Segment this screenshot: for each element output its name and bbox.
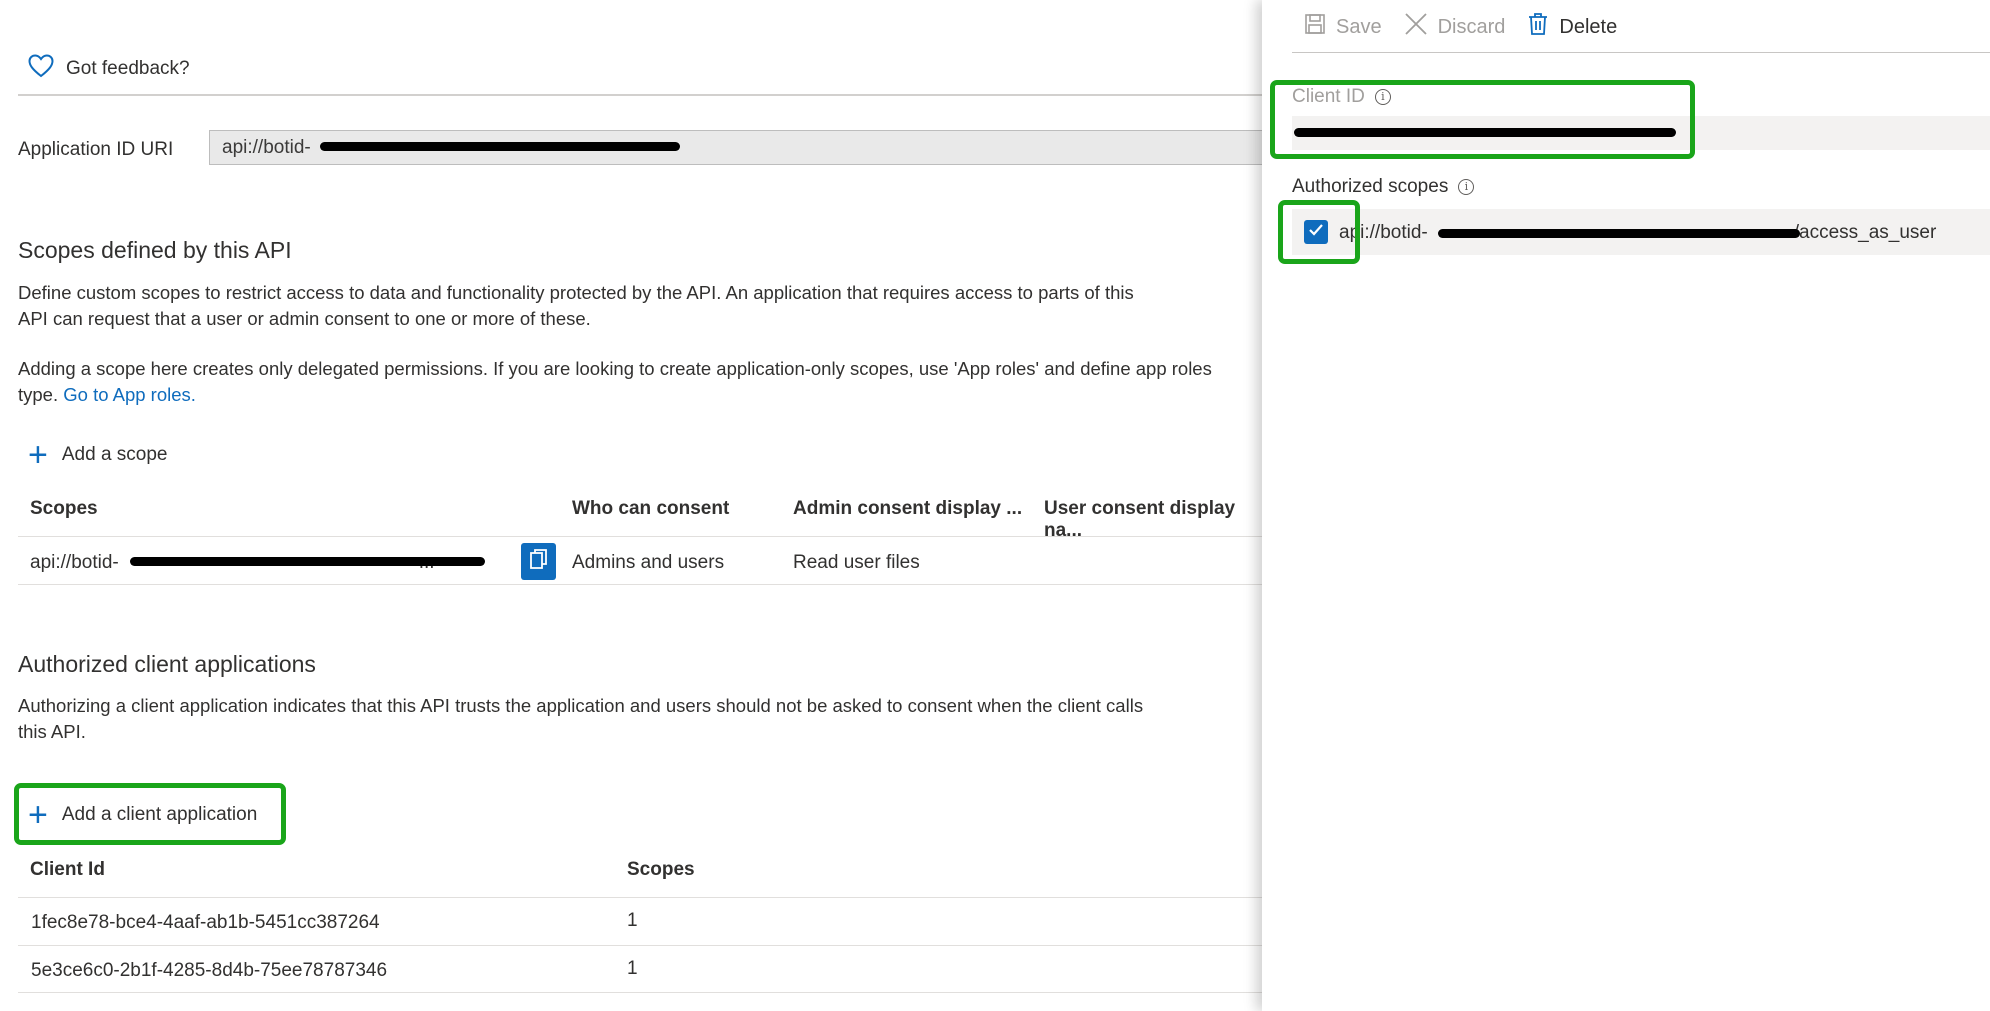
close-icon bbox=[1404, 12, 1428, 42]
scopes-note-line2: type. Go to App roles. bbox=[18, 382, 1262, 408]
copy-icon bbox=[529, 548, 549, 575]
divider bbox=[18, 584, 1262, 585]
save-icon bbox=[1304, 13, 1326, 41]
save-label: Save bbox=[1336, 15, 1382, 38]
col-who-can-consent: Who can consent bbox=[572, 498, 730, 519]
scopes-note-type: type. bbox=[18, 384, 59, 405]
client-id-link[interactable]: 1fec8e78-bce4-4aaf-ab1b-5451cc387264 bbox=[31, 912, 380, 934]
client-id-link[interactable]: 5e3ce6c0-2b1f-4285-8d4b-75ee78787346 bbox=[31, 960, 387, 982]
trash-icon bbox=[1527, 12, 1549, 42]
divider bbox=[18, 992, 1262, 993]
highlight-box bbox=[1270, 80, 1695, 159]
add-client-application-button[interactable]: + Add a client application bbox=[28, 796, 258, 834]
delete-label: Delete bbox=[1559, 15, 1618, 38]
authorized-scopes-label-text: Authorized scopes bbox=[1292, 176, 1449, 197]
scopes-description-line2: API can request that a user or admin con… bbox=[18, 308, 591, 329]
admin-consent-cell: Read user files bbox=[793, 552, 920, 573]
divider bbox=[18, 945, 1262, 946]
client-scopes-cell: 1 bbox=[627, 910, 638, 931]
client-apps-description-line2: this API. bbox=[18, 721, 86, 742]
copy-button[interactable] bbox=[521, 543, 556, 580]
divider bbox=[1292, 52, 1990, 53]
divider bbox=[18, 897, 1262, 898]
divider bbox=[18, 536, 1262, 537]
scope-prefix: api://botid- bbox=[30, 552, 119, 573]
scopes-description: Define custom scopes to restrict access … bbox=[18, 280, 1258, 332]
panel-toolbar: Save Discard Delete bbox=[1304, 12, 1617, 42]
redaction-mark bbox=[130, 557, 485, 566]
discard-button[interactable]: Discard bbox=[1404, 12, 1506, 42]
add-client-label: Add a client application bbox=[61, 804, 258, 825]
app-id-uri-value: api://botid- bbox=[222, 137, 311, 158]
client-scopes-cell: 1 bbox=[627, 958, 638, 979]
feedback-button[interactable]: Got feedback? bbox=[28, 54, 190, 84]
authorized-client-panel: Save Discard Delete Client ID i Authorize… bbox=[1262, 0, 1990, 1011]
redaction-mark bbox=[320, 142, 680, 151]
go-to-app-roles-link[interactable]: Go to App roles. bbox=[63, 384, 196, 405]
app-id-uri-label: Application ID URI bbox=[18, 139, 174, 160]
col-admin-consent-display: Admin consent display ... bbox=[793, 498, 1023, 519]
plus-icon: + bbox=[28, 436, 48, 474]
scope-item-suffix: /access_as_user bbox=[1793, 222, 1937, 243]
col-client-scopes: Scopes bbox=[627, 859, 695, 880]
api-settings-page: Got feedback? Application ID URI api://b… bbox=[0, 0, 1279, 1011]
scopes-note-line1: Adding a scope here creates only delegat… bbox=[18, 358, 1212, 379]
who-can-consent-cell: Admins and users bbox=[572, 552, 725, 573]
add-scope-button[interactable]: + Add a scope bbox=[28, 436, 168, 474]
add-scope-label: Add a scope bbox=[61, 444, 168, 465]
feedback-label: Got feedback? bbox=[66, 58, 190, 79]
divider bbox=[18, 94, 1262, 96]
delete-button[interactable]: Delete bbox=[1527, 12, 1617, 42]
scopes-note: Adding a scope here creates only delegat… bbox=[18, 356, 1262, 408]
redaction-mark bbox=[1438, 229, 1800, 238]
highlight-box bbox=[1278, 200, 1360, 264]
client-apps-description: Authorizing a client application indicat… bbox=[18, 693, 1258, 745]
heart-icon bbox=[28, 54, 54, 84]
info-icon: i bbox=[1458, 178, 1475, 195]
save-button[interactable]: Save bbox=[1304, 13, 1382, 41]
plus-icon: + bbox=[28, 796, 48, 834]
client-apps-description-line1: Authorizing a client application indicat… bbox=[18, 695, 1144, 716]
scopes-section-title: Scopes defined by this API bbox=[18, 237, 292, 263]
col-client-id: Client Id bbox=[30, 859, 105, 880]
discard-label: Discard bbox=[1437, 15, 1506, 38]
col-scopes: Scopes bbox=[30, 498, 98, 519]
scopes-description-line1: Define custom scopes to restrict access … bbox=[18, 282, 1134, 303]
client-apps-section-title: Authorized client applications bbox=[18, 651, 316, 677]
authorized-scopes-label: Authorized scopes i bbox=[1292, 176, 1475, 198]
